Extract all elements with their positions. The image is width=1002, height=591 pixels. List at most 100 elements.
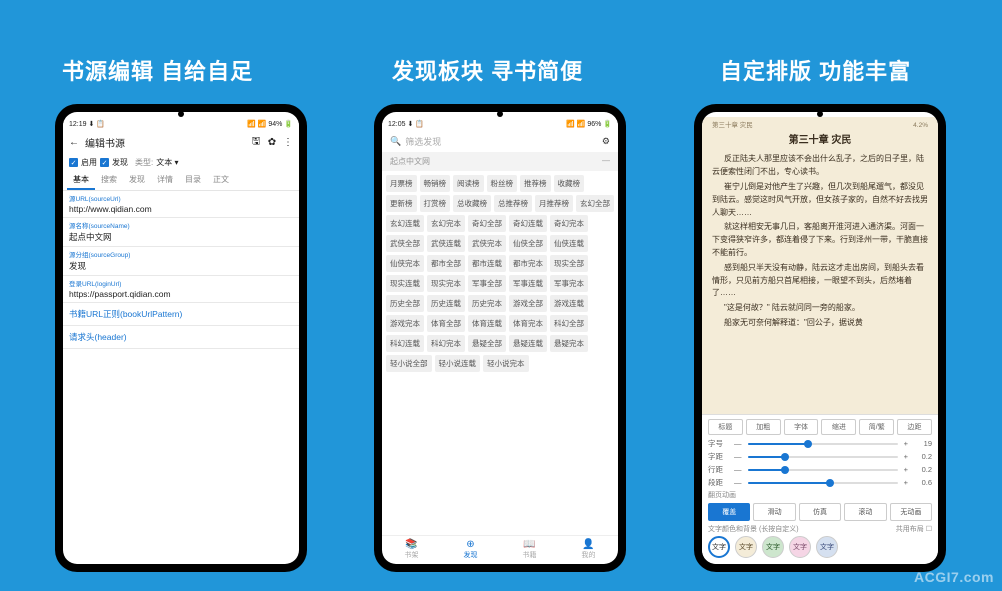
share-bg-checkbox[interactable]: 共用布局 ☐ [896, 524, 932, 534]
category-tag[interactable]: 都市全部 [427, 255, 465, 272]
category-tag[interactable]: 奇幻完本 [550, 215, 588, 232]
layout-icon[interactable]: ⚙ [602, 136, 610, 147]
slider-track[interactable] [748, 456, 898, 458]
collapse-icon[interactable]: — [602, 156, 610, 167]
category-tag[interactable]: 奇幻连载 [509, 215, 547, 232]
category-tag[interactable]: 军事连载 [509, 275, 547, 292]
category-tag[interactable]: 更新榜 [386, 195, 417, 212]
tab-正文[interactable]: 正文 [207, 171, 235, 190]
field-value[interactable]: https://passport.qidian.com [69, 288, 293, 299]
theme-swatch[interactable]: 文字 [816, 536, 838, 558]
more-icon[interactable]: ⋮ [283, 138, 293, 148]
field-value[interactable]: http://www.qidian.com [69, 203, 293, 214]
category-tag[interactable]: 阅读榜 [453, 175, 484, 192]
format-button[interactable]: 边距 [897, 419, 932, 435]
category-tag[interactable]: 科幻完本 [427, 335, 465, 352]
format-button[interactable]: 字体 [784, 419, 819, 435]
category-tag[interactable]: 历史完本 [468, 295, 506, 312]
category-tag[interactable]: 体育全部 [427, 315, 465, 332]
tab-详情[interactable]: 详情 [151, 171, 179, 190]
category-tag[interactable]: 推荐榜 [520, 175, 551, 192]
category-tag[interactable]: 仙侠连载 [550, 235, 588, 252]
field[interactable]: 源URL(sourceUrl)http://www.qidian.com [63, 191, 299, 218]
tab-搜索[interactable]: 搜索 [95, 171, 123, 190]
category-tag[interactable]: 都市完本 [509, 255, 547, 272]
tab-基本[interactable]: 基本 [67, 171, 95, 190]
category-tag[interactable]: 悬疑全部 [468, 335, 506, 352]
field[interactable]: 源名称(sourceName)起点中文网 [63, 218, 299, 247]
category-tag[interactable]: 现实全部 [550, 255, 588, 272]
category-tag[interactable]: 月推荐榜 [535, 195, 573, 212]
header-link[interactable]: 请求头(header) [63, 326, 299, 349]
category-tag[interactable]: 轻小说连载 [435, 355, 481, 372]
slider-track[interactable] [748, 443, 898, 445]
save-icon[interactable]: 🖫 [251, 138, 261, 148]
category-tag[interactable]: 玄幻完本 [427, 215, 465, 232]
format-button[interactable]: 简/繁 [859, 419, 894, 435]
enable-checkbox[interactable]: ✓ [69, 158, 78, 167]
slider-track[interactable] [748, 469, 898, 471]
plus-button[interactable]: + [904, 452, 908, 461]
field[interactable]: 源分组(sourceGroup)发现 [63, 247, 299, 276]
theme-swatch[interactable]: 文字 [735, 536, 757, 558]
book-url-pattern-link[interactable]: 书籍URL正则(bookUrlPattern) [63, 303, 299, 326]
category-tag[interactable]: 游戏完本 [386, 315, 424, 332]
category-tag[interactable]: 打赏榜 [420, 195, 451, 212]
category-tag[interactable]: 月票榜 [386, 175, 417, 192]
minus-button[interactable]: — [734, 439, 742, 448]
field[interactable]: 登录URL(loginUrl)https://passport.qidian.c… [63, 276, 299, 303]
tab-发现[interactable]: 发现 [123, 171, 151, 190]
category-tag[interactable]: 科幻全部 [550, 315, 588, 332]
category-tag[interactable]: 总推荐榜 [494, 195, 532, 212]
category-tag[interactable]: 现实连载 [386, 275, 424, 292]
category-tag[interactable]: 粉丝榜 [487, 175, 518, 192]
page-mode-button[interactable]: 仿真 [799, 503, 841, 521]
plus-button[interactable]: + [904, 478, 908, 487]
plus-button[interactable]: + [904, 439, 908, 448]
nav-我的[interactable]: 👤我的 [559, 536, 618, 564]
category-tag[interactable]: 体育完本 [509, 315, 547, 332]
source-header[interactable]: 起点中文网 — [382, 152, 618, 171]
search-input[interactable]: 筛选发现 [405, 135, 441, 148]
minus-button[interactable]: — [734, 465, 742, 474]
category-tag[interactable]: 历史连载 [427, 295, 465, 312]
category-tag[interactable]: 悬疑完本 [550, 335, 588, 352]
category-tag[interactable]: 体育连载 [468, 315, 506, 332]
reader-content[interactable]: 第三十章 灾民 4.2% 第三十章 灾民 反正陆夫人那里应该不会出什么乱子，之后… [702, 117, 938, 414]
category-tag[interactable]: 玄幻连载 [386, 215, 424, 232]
category-tag[interactable]: 奇幻全部 [468, 215, 506, 232]
plus-button[interactable]: + [904, 465, 908, 474]
category-tag[interactable]: 畅销榜 [420, 175, 451, 192]
field-value[interactable]: 起点中文网 [69, 230, 293, 243]
category-tag[interactable]: 轻小说完本 [483, 355, 529, 372]
search-icon[interactable]: 🔍 [390, 136, 401, 147]
category-tag[interactable]: 收藏榜 [554, 175, 585, 192]
slider-track[interactable] [748, 482, 898, 484]
field-value[interactable]: 发现 [69, 259, 293, 272]
category-tag[interactable]: 玄幻全部 [576, 195, 614, 212]
category-tag[interactable]: 军事完本 [550, 275, 588, 292]
format-button[interactable]: 加粗 [746, 419, 781, 435]
page-mode-button[interactable]: 滑动 [753, 503, 795, 521]
nav-书籍[interactable]: 📖书籍 [500, 536, 559, 564]
category-tag[interactable]: 现实完本 [427, 275, 465, 292]
category-tag[interactable]: 军事全部 [468, 275, 506, 292]
page-mode-button[interactable]: 覆盖 [708, 503, 750, 521]
category-tag[interactable]: 仙侠完本 [386, 255, 424, 272]
type-select[interactable]: 文本 ▾ [156, 157, 178, 168]
category-tag[interactable]: 历史全部 [386, 295, 424, 312]
category-tag[interactable]: 仙侠全部 [509, 235, 547, 252]
minus-button[interactable]: — [734, 452, 742, 461]
minus-button[interactable]: — [734, 478, 742, 487]
category-tag[interactable]: 轻小说全部 [386, 355, 432, 372]
theme-swatch[interactable]: 文字 [708, 536, 730, 558]
format-button[interactable]: 缩进 [821, 419, 856, 435]
category-tag[interactable]: 武侠连载 [427, 235, 465, 252]
nav-发现[interactable]: ⊕发现 [441, 536, 500, 564]
category-tag[interactable]: 科幻连载 [386, 335, 424, 352]
category-tag[interactable]: 总收藏榜 [453, 195, 491, 212]
category-tag[interactable]: 悬疑连载 [509, 335, 547, 352]
category-tag[interactable]: 武侠完本 [468, 235, 506, 252]
category-tag[interactable]: 游戏连载 [550, 295, 588, 312]
category-tag[interactable]: 武侠全部 [386, 235, 424, 252]
